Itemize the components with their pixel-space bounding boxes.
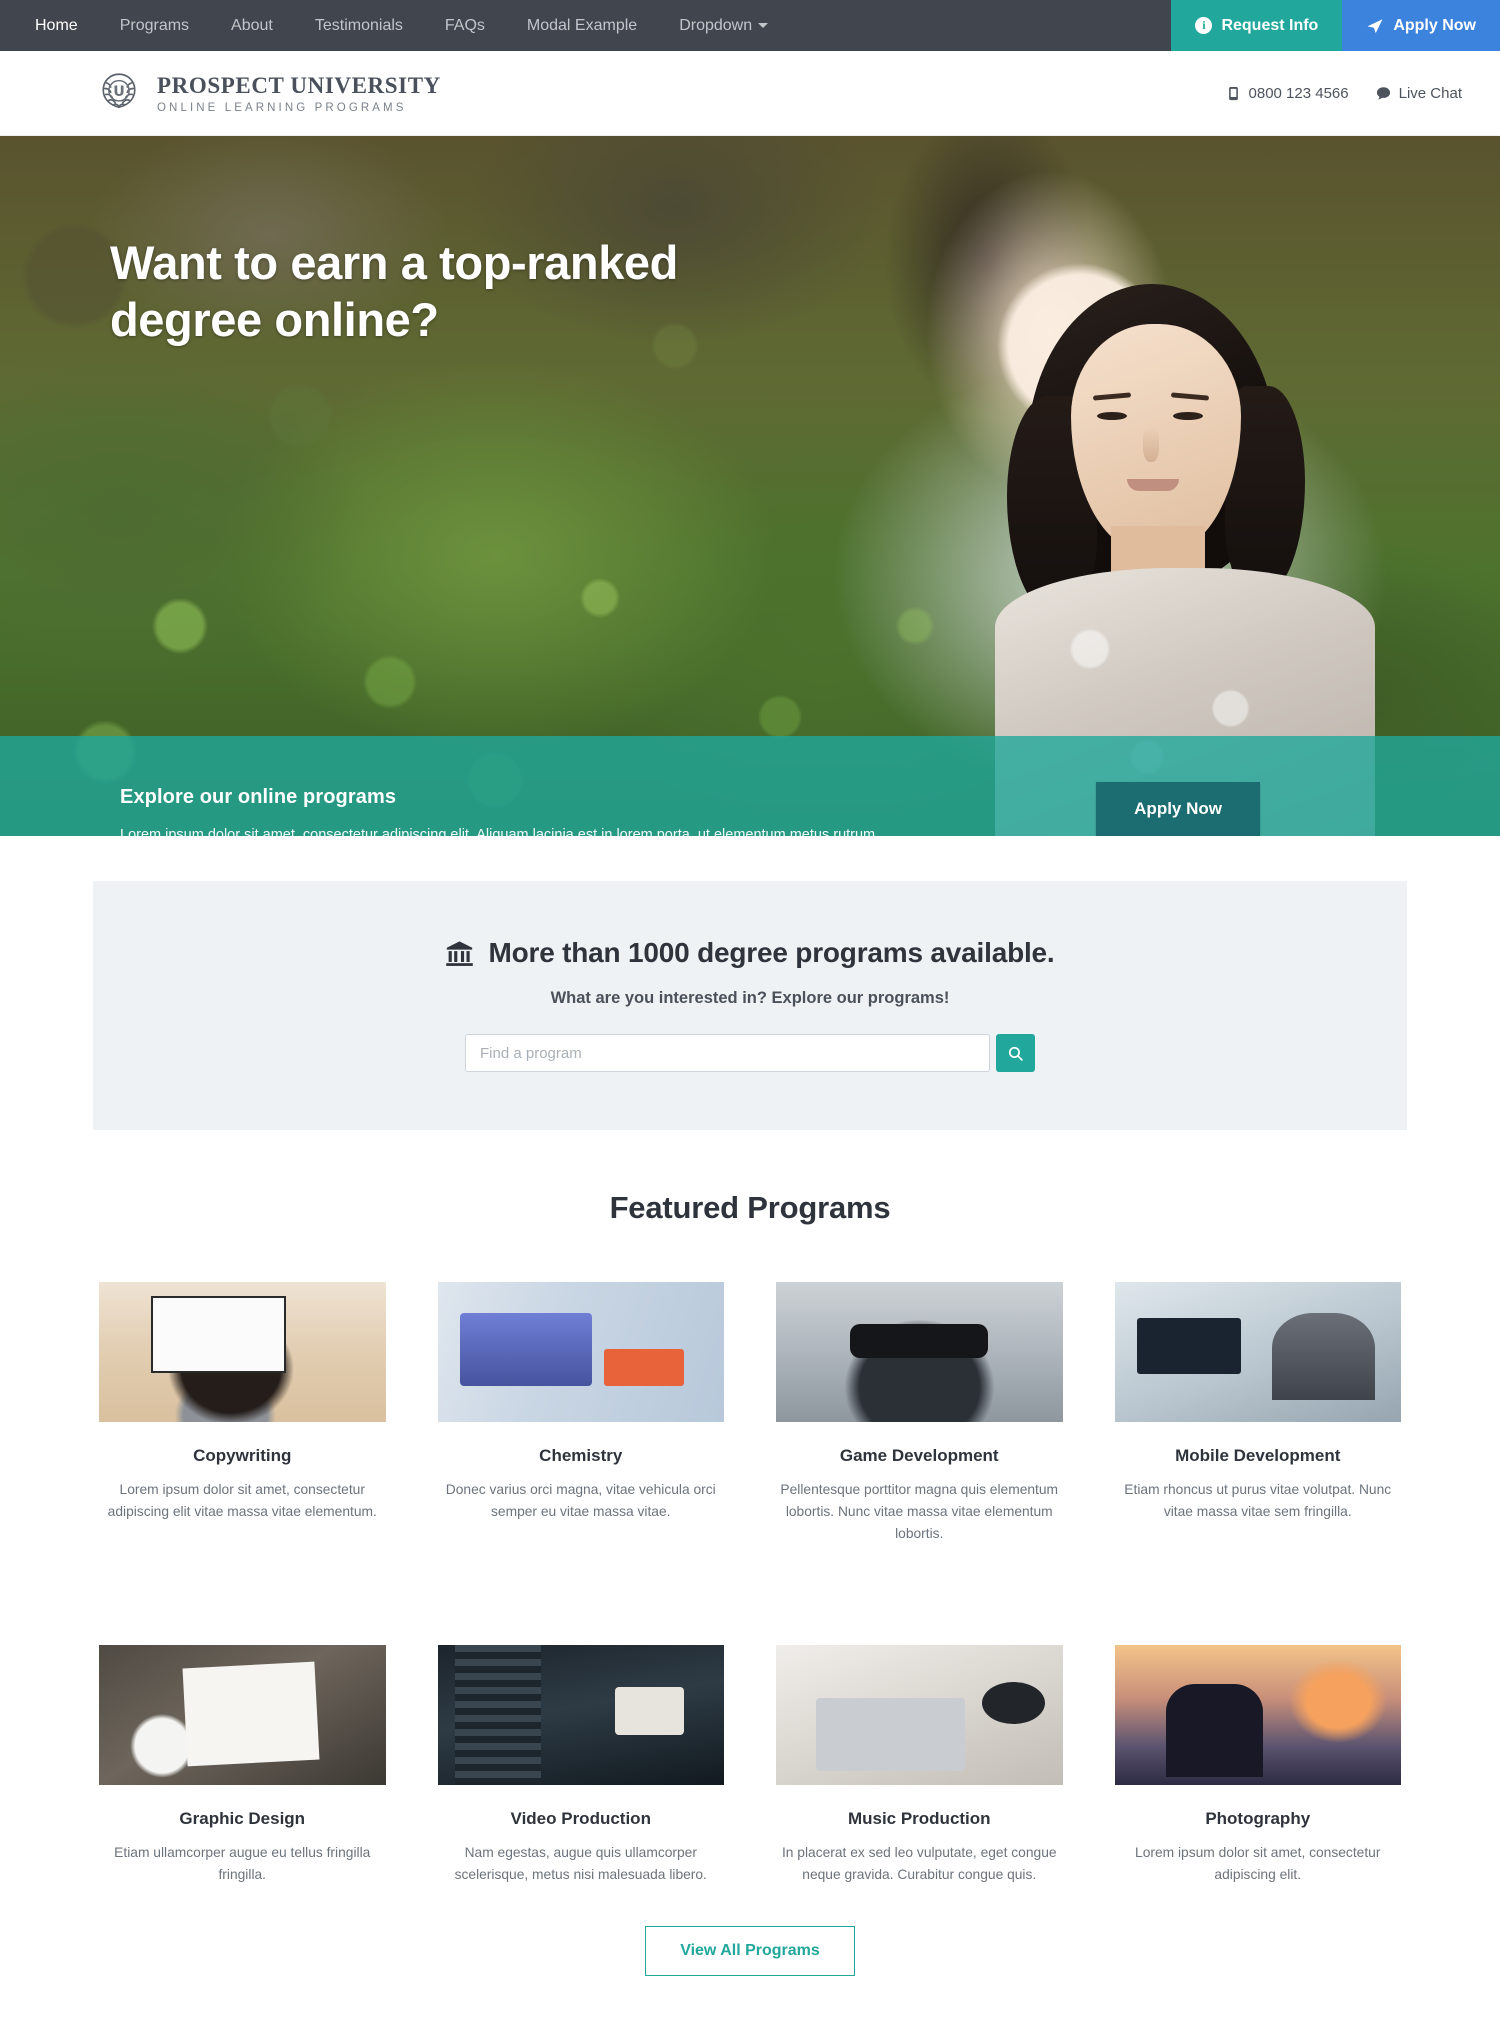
program-card-image[interactable] bbox=[1114, 1282, 1401, 1422]
hero-band-text: Lorem ipsum dolor sit amet, consectetur … bbox=[120, 827, 880, 836]
apply-now-label: Apply Now bbox=[1393, 16, 1476, 34]
chat-bubble-icon bbox=[1376, 86, 1391, 101]
hero-band-title: Explore our online programs bbox=[120, 786, 397, 808]
search-heading-row: More than 1000 degree programs available… bbox=[93, 937, 1407, 969]
program-card-description: Lorem ipsum dolor sit amet, consectetur … bbox=[1135, 1845, 1381, 1883]
request-info-label: Request Info bbox=[1221, 16, 1319, 34]
apply-now-button[interactable]: Apply Now bbox=[1342, 0, 1500, 51]
search-input[interactable] bbox=[465, 1034, 990, 1072]
program-card[interactable]: Game Development Pellentesque porttitor m… bbox=[762, 1282, 1077, 1545]
paper-plane-icon bbox=[1366, 17, 1384, 35]
phone-link[interactable]: 0800 123 4566 bbox=[1226, 85, 1349, 102]
nav-link-faqs[interactable]: FAQs bbox=[424, 0, 506, 51]
view-all-wrapper: View All Programs bbox=[0, 1886, 1500, 2021]
program-card[interactable]: Music Production In placerat ex sed leo v… bbox=[762, 1601, 1077, 1886]
request-info-button[interactable]: i Request Info bbox=[1171, 0, 1343, 51]
phone-icon bbox=[1226, 86, 1241, 101]
program-card[interactable]: Photography Lorem ipsum dolor sit amet, c… bbox=[1101, 1601, 1416, 1886]
nav-link-about[interactable]: About bbox=[210, 0, 294, 51]
program-card-image[interactable] bbox=[99, 1282, 386, 1422]
program-card-title: Game Development bbox=[839, 1446, 999, 1465]
university-crest-icon: U bbox=[95, 69, 143, 117]
nav-cta-group: i Request Info Apply Now bbox=[1171, 0, 1500, 51]
program-card-title: Copywriting bbox=[193, 1446, 292, 1465]
program-card-title: Music Production bbox=[847, 1809, 991, 1829]
program-card-title: Chemistry bbox=[539, 1446, 623, 1465]
program-card-title: Video Production bbox=[510, 1809, 651, 1829]
nav-link-dropdown[interactable]: Dropdown bbox=[658, 0, 789, 51]
program-card[interactable]: Mobile Development Etiam rhoncus ut purus… bbox=[1101, 1282, 1416, 1545]
featured-programs-section: Featured Programs Copywriting Lorem ipsum… bbox=[0, 1130, 1500, 2021]
program-card[interactable]: Graphic Design Etiam ullamcorper augue eu… bbox=[85, 1601, 400, 1886]
nav-link-home[interactable]: Home bbox=[14, 0, 99, 51]
hero-apply-now-button[interactable]: Apply Now bbox=[1096, 782, 1260, 836]
header-contact-group: 0800 123 4566 Live Chat bbox=[1226, 85, 1462, 102]
program-card-image[interactable] bbox=[437, 1282, 724, 1422]
live-chat-link[interactable]: Live Chat bbox=[1376, 85, 1462, 102]
program-card-title: Mobile Development bbox=[1175, 1446, 1341, 1465]
featured-programs-heading: Featured Programs bbox=[609, 1190, 891, 1225]
program-card-description: Etiam rhoncus ut purus vitae volutpat. N… bbox=[1124, 1482, 1392, 1520]
program-card[interactable]: Copywriting Lorem ipsum dolor sit amet, c… bbox=[85, 1282, 400, 1545]
site-header: U PROSPECT UNIVERSITY ONLINE LEARNING PR… bbox=[0, 51, 1500, 136]
brand-tagline: ONLINE LEARNING PROGRAMS bbox=[157, 101, 407, 114]
primary-nav-links: Home Programs About Testimonials FAQs Modal E… bbox=[0, 0, 789, 51]
program-card-description: Lorem ipsum dolor sit amet, consectetur … bbox=[107, 1482, 377, 1520]
program-card[interactable]: Chemistry Donec varius orci magna, vitae … bbox=[424, 1282, 739, 1545]
live-chat-label: Live Chat bbox=[1398, 84, 1462, 102]
hero-title: Want to earn a top-ranked degree online? bbox=[110, 236, 678, 347]
hero-promo-band: Explore our online programs Lorem ipsum … bbox=[0, 736, 1500, 836]
program-card-description: In placerat ex sed leo vulputate, eget c… bbox=[781, 1845, 1057, 1883]
svg-text:U: U bbox=[113, 84, 125, 100]
nav-link-testimonials[interactable]: Testimonials bbox=[294, 0, 424, 51]
nav-link-programs[interactable]: Programs bbox=[99, 0, 210, 51]
program-card-image[interactable] bbox=[776, 1282, 1063, 1422]
nav-link-modal-example[interactable]: Modal Example bbox=[506, 0, 658, 51]
info-circle-icon: i bbox=[1195, 17, 1213, 34]
bank-building-icon bbox=[445, 939, 474, 968]
search-submit-button[interactable] bbox=[996, 1034, 1035, 1072]
brand-name: PROSPECT UNIVERSITY bbox=[157, 72, 441, 98]
program-card-image[interactable] bbox=[1114, 1645, 1401, 1786]
program-card-image[interactable] bbox=[776, 1645, 1063, 1786]
program-card-description: Nam egestas, augue quis ullamcorper scel… bbox=[454, 1845, 707, 1883]
view-all-programs-button[interactable]: View All Programs bbox=[645, 1926, 855, 1977]
program-card[interactable]: Video Production Nam egestas, augue quis … bbox=[424, 1601, 739, 1886]
top-navigation-bar: Home Programs About Testimonials FAQs Modal E… bbox=[0, 0, 1500, 51]
search-subheading: What are you interested in? Explore our … bbox=[550, 989, 950, 1007]
chevron-down-icon bbox=[758, 23, 769, 29]
phone-number: 0800 123 4566 bbox=[1248, 84, 1349, 102]
program-card-title: Photography bbox=[1205, 1809, 1311, 1829]
program-search-panel: More than 1000 degree programs available… bbox=[93, 881, 1407, 1130]
search-form bbox=[93, 1034, 1407, 1072]
hero-carousel: Want to earn a top-ranked degree online?… bbox=[0, 136, 1500, 836]
program-card-description: Etiam ullamcorper augue eu tellus fringi… bbox=[114, 1845, 371, 1883]
featured-programs-row-2: Graphic Design Etiam ullamcorper augue eu… bbox=[85, 1601, 1415, 1886]
featured-programs-row-1: Copywriting Lorem ipsum dolor sit amet, c… bbox=[85, 1282, 1415, 1545]
program-card-image[interactable] bbox=[99, 1645, 386, 1786]
program-card-title: Graphic Design bbox=[179, 1809, 306, 1829]
program-card-description: Donec varius orci magna, vitae vehicula … bbox=[445, 1482, 716, 1520]
search-heading-text: More than 1000 degree programs available… bbox=[488, 937, 1055, 968]
program-card-description: Pellentesque porttitor magna quis elemen… bbox=[780, 1482, 1059, 1542]
search-icon bbox=[1007, 1045, 1024, 1062]
program-card-image[interactable] bbox=[437, 1645, 724, 1786]
program-search-section: More than 1000 degree programs available… bbox=[0, 836, 1500, 1130]
brand-logo-link[interactable]: U PROSPECT UNIVERSITY ONLINE LEARNING PR… bbox=[95, 69, 441, 117]
